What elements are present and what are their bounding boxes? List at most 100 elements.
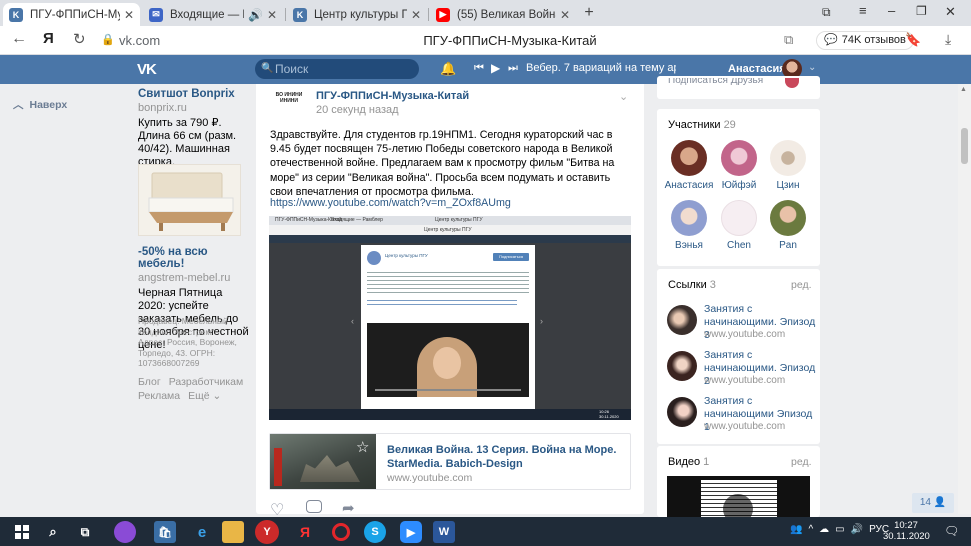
share-icon[interactable]: ➦ [342, 499, 355, 517]
alice-icon[interactable] [114, 521, 136, 543]
post-time[interactable]: 20 секунд назад [316, 104, 399, 116]
bell-icon[interactable]: 🔔 [440, 61, 456, 77]
youtube-icon: ▶ [436, 7, 450, 22]
yandex-icon[interactable]: Я [294, 521, 316, 543]
next-track-icon[interactable]: ⏭ [508, 62, 518, 75]
windows-start-icon[interactable] [11, 521, 33, 543]
link-card-title[interactable]: Великая Война. 13 Серия. Война на Море. … [387, 443, 622, 471]
user-name[interactable]: Анастасия [728, 63, 786, 75]
bookmark-icon[interactable]: 🔖 [905, 32, 921, 48]
friend-avatar[interactable] [785, 78, 799, 88]
tab-close-icon[interactable]: ✕ [560, 8, 570, 22]
footer-link-blog[interactable]: Блог [138, 376, 161, 388]
download-icon[interactable]: ⤓ [945, 31, 951, 48]
video-thumbnail[interactable] [667, 476, 810, 517]
minimize-icon[interactable]: – [888, 3, 895, 18]
vk-logo-icon[interactable]: VK [137, 61, 157, 78]
chevron-up-icon[interactable]: ^ [808, 524, 813, 535]
tab-close-icon[interactable]: ✕ [267, 8, 277, 22]
tab-vk-group[interactable]: K ПГУ-ФППиСН-Музыка-Китай ✕ [3, 3, 140, 26]
link-item[interactable]: Занятия с начинающими Эпизод 1 www.youtu… [667, 395, 817, 435]
yandex-icon[interactable]: Я [43, 30, 54, 47]
link-item[interactable]: Занятия с начинающими. Эпизод 2 www.yout… [667, 349, 817, 389]
post-image-screenshot[interactable]: ПГУ-ФППиСН-Музыка-Китай Входящие — Рамбл… [269, 216, 631, 420]
links-header[interactable]: Ссылки 3 [668, 279, 716, 291]
network-icon[interactable]: ▭ [835, 524, 844, 535]
ad-bonprix[interactable]: Свитшот Bonprix bonprix.ru Купить за 790… [138, 88, 243, 169]
tab-close-icon[interactable]: ✕ [124, 8, 134, 22]
member-item[interactable]: Анастасия [663, 140, 715, 191]
tab-close-icon[interactable]: ✕ [411, 8, 421, 22]
taskbar-clock[interactable]: 10:27 30.11.2020 [883, 520, 930, 542]
cloud-icon[interactable]: ☁ [819, 524, 829, 535]
tab-culture-center[interactable]: K Центр культуры ПГУ ✕ [287, 3, 427, 26]
video-header[interactable]: Видео 1 [668, 456, 709, 468]
tab-youtube[interactable]: ▶ (55) Великая Война. 13 Се ✕ [430, 3, 576, 26]
member-item[interactable]: Chen [713, 200, 765, 251]
new-tab-icon[interactable]: + [580, 4, 598, 22]
tab-list-icon[interactable]: ⧉ [822, 5, 831, 20]
search-placeholder: Поиск [275, 62, 309, 76]
group-name[interactable]: ПГУ-ФППиСН-Музыка-Китай [316, 90, 469, 102]
play-icon[interactable]: ▶ [491, 61, 500, 75]
links-edit-link[interactable]: ред. [791, 279, 812, 291]
skype-icon[interactable]: S [364, 521, 386, 543]
scroll-top-link[interactable]: ︿ Наверх [13, 97, 67, 112]
group-avatar[interactable]: ВО ИНИНИ ИНИНИ [275, 88, 303, 116]
member-item[interactable]: Вэнья [663, 200, 715, 251]
comment-icon[interactable] [306, 500, 322, 513]
ad-image-bed[interactable] [138, 164, 241, 236]
footer-link-dev[interactable]: Разработчикам [169, 376, 244, 388]
person-icon: 👤 [933, 497, 947, 508]
word-icon[interactable]: W [433, 521, 455, 543]
people-icon[interactable]: 👥 [790, 524, 802, 535]
link-attachment-card[interactable]: ☆ Великая Война. 13 Серия. Война на Море… [269, 433, 631, 490]
thumb-building [300, 455, 360, 482]
task-view-icon[interactable]: ⧉ [74, 521, 96, 543]
back-arrow-icon[interactable]: ← [11, 30, 27, 48]
shot-clock: 10:26 30.11.2020 [599, 409, 619, 419]
yandex-browser-icon[interactable]: Y [255, 520, 279, 544]
folder-icon[interactable] [222, 521, 244, 543]
link-card-thumbnail[interactable]: ☆ [270, 434, 376, 489]
scrollbar-thumb[interactable] [961, 128, 968, 164]
messages-button[interactable]: 14 👤 [912, 493, 954, 513]
close-window-icon[interactable]: ✕ [945, 4, 956, 20]
search-input[interactable]: 🔍 Поиск [255, 59, 419, 79]
post-menu-chevron-icon[interactable]: ⌄ [619, 90, 628, 103]
chevron-down-icon[interactable]: ⌄ [808, 62, 816, 73]
star-icon[interactable]: ☆ [356, 438, 369, 456]
scroll-up-icon[interactable]: ▲ [960, 86, 967, 93]
opera-icon[interactable] [332, 523, 350, 541]
now-playing[interactable]: Вебер. 7 вариаций на тему арии "... [526, 62, 676, 74]
shot-avatar [367, 251, 381, 265]
member-item[interactable]: Юйфэй [713, 140, 765, 191]
store-icon[interactable]: 🛍 [154, 521, 176, 543]
shot-modal: Центр культуры ПГУ Подписаться [361, 245, 535, 409]
reload-icon[interactable]: ↻ [73, 30, 86, 48]
edge-icon[interactable]: e [191, 521, 213, 543]
post-link[interactable]: https://www.youtube.com/watch?v=m_ZOxf8A… [270, 197, 511, 209]
volume-icon[interactable]: 🔊 [851, 524, 863, 535]
restore-icon[interactable]: ❐ [916, 4, 927, 18]
bookmark-sidebar-icon[interactable]: ⧉ [784, 32, 793, 48]
footer-link-ads[interactable]: Реклама [138, 390, 180, 402]
zoom-icon[interactable]: ▶ [400, 521, 422, 543]
ad-title[interactable]: Свитшот Bonprix [138, 88, 243, 100]
search-icon[interactable]: ⌕ [42, 521, 64, 543]
footer-link-more[interactable]: Ещё ⌄ [188, 390, 221, 402]
member-item[interactable]: Pan [762, 200, 814, 251]
notifications-icon[interactable]: 🗨 [944, 524, 959, 538]
url-field[interactable]: 🔒 vk.com [99, 30, 259, 51]
reviews-badge[interactable]: 💬 74K отзывов [816, 31, 914, 50]
link-item[interactable]: Занятия с начинающими. Эпизод 3 www.yout… [667, 303, 817, 343]
address-bar: ← Я ↻ 🔒 vk.com ПГУ-ФППиСН-Музыка-Китай ⧉… [0, 26, 971, 55]
tab-mail[interactable]: ✉ Входящие — Рамбл 🔊 ✕ [143, 3, 283, 26]
video-play-icon[interactable] [723, 494, 753, 517]
members-header[interactable]: Участники 29 [668, 119, 736, 131]
member-item[interactable]: Цзин [762, 140, 814, 191]
ad-title[interactable]: -50% на всю мебель! [138, 246, 250, 270]
video-edit-link[interactable]: ред. [791, 456, 812, 468]
prev-track-icon[interactable]: ⏮ [474, 62, 484, 75]
menu-icon[interactable]: ≡ [859, 3, 867, 18]
